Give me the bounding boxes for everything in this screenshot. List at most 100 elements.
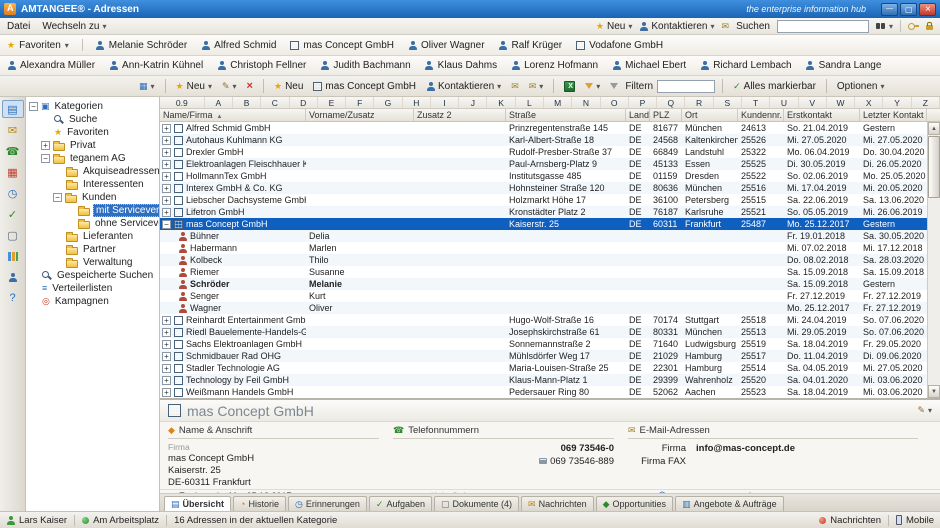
- alphabet-i[interactable]: I: [431, 97, 459, 108]
- statusbar-presence[interactable]: Am Arbeitsplatz: [82, 515, 159, 526]
- chevron-down-icon[interactable]: [928, 406, 932, 415]
- tab-opportunities[interactable]: ◆Opportunities: [596, 496, 673, 511]
- filter-menu-button[interactable]: [582, 81, 603, 92]
- tab-historie[interactable]: ◔Historie: [233, 496, 286, 511]
- hilfe-icon[interactable]: ?: [2, 289, 24, 307]
- close-button[interactable]: [919, 3, 936, 16]
- column-header-ort[interactable]: Ort: [682, 109, 738, 121]
- favorite-lorenz-hofmann[interactable]: Lorenz Hofmann: [511, 60, 598, 71]
- tree-item-verteilerlisten[interactable]: ≡Verteilerlisten: [26, 282, 159, 295]
- delete-address-button[interactable]: [244, 80, 256, 93]
- alphabet-e[interactable]: E: [318, 97, 346, 108]
- favorite-sandra-lange[interactable]: Sandra Lange: [806, 60, 882, 71]
- kalender-icon[interactable]: ▦: [2, 163, 24, 181]
- expander-icon[interactable]: +: [162, 148, 171, 157]
- tab-erinnerungen[interactable]: ◷Erinnerungen: [288, 496, 367, 511]
- table-row-hollmanntex-gmbh[interactable]: +HollmannTex GmbHInstitutsgasse 485DE011…: [160, 170, 940, 182]
- search-button[interactable]: [876, 22, 893, 31]
- table-row-schmidbauer-rad-ohg[interactable]: +Schmidbauer Rad OHGMühlsdörfer Weg 17DE…: [160, 350, 940, 362]
- menu-datei[interactable]: Datei: [7, 21, 30, 32]
- alphabet-v[interactable]: V: [799, 97, 827, 108]
- adressen-icon[interactable]: ▤: [2, 100, 24, 118]
- expander-icon[interactable]: −: [162, 220, 171, 229]
- column-header-stra-e[interactable]: Straße: [506, 109, 626, 121]
- alphabet-0-9[interactable]: 0.9: [160, 97, 205, 108]
- tree-item-mit-servicevertrag[interactable]: mit Servicevertrag: [26, 204, 159, 217]
- expander-icon[interactable]: +: [162, 184, 171, 193]
- new-contact-button[interactable]: Neu: [271, 80, 306, 93]
- send-mail-button[interactable]: [508, 81, 522, 92]
- alphabet-c[interactable]: C: [261, 97, 289, 108]
- new-address-button[interactable]: Neu: [173, 80, 215, 93]
- tree-item-favoriten[interactable]: ★Favoriten: [26, 126, 159, 139]
- table-row-elektroanlagen-fleischhauer-kg[interactable]: +Elektroanlagen Fleischhauer KGPaul-Arns…: [160, 158, 940, 170]
- column-header-erstkontakt[interactable]: Erstkontakt: [784, 109, 860, 121]
- table-row-drexler-gmbh[interactable]: +Drexler GmbHRudolf-Presber-Straße 37DE6…: [160, 146, 940, 158]
- search-input[interactable]: [777, 20, 869, 33]
- favorite-klaus-dahms[interactable]: Klaus Dahms: [425, 60, 497, 71]
- expander-icon[interactable]: +: [162, 160, 171, 169]
- send-letter-button[interactable]: [526, 81, 547, 92]
- key-button[interactable]: [908, 23, 919, 29]
- expander-icon[interactable]: +: [162, 172, 171, 181]
- table-row-reinhardt-entertainment-gmbh[interactable]: +Reinhardt Entertainment GmbHHugo-Wolf-S…: [160, 314, 940, 326]
- alphabet-f[interactable]: F: [346, 97, 374, 108]
- lock-button[interactable]: [926, 22, 933, 30]
- table-row-schr-der[interactable]: SchröderMelanieSa. 15.09.2018Gestern: [160, 278, 940, 290]
- table-row-mas-concept-gmbh[interactable]: −mas Concept GmbHKaiserstr. 25DE60311Fra…: [160, 218, 940, 230]
- statistiken-icon[interactable]: [2, 247, 24, 265]
- filter-input[interactable]: [657, 80, 715, 93]
- favorite-melanie-schr-der[interactable]: Melanie Schröder: [96, 40, 187, 51]
- tree-item-partner[interactable]: Partner: [26, 243, 159, 256]
- menu-wechseln-zu[interactable]: Wechseln zu: [42, 21, 106, 32]
- tab-angebote-auftr-ge[interactable]: ▥Angebote & Aufträge: [675, 496, 784, 511]
- statusbar-mobile[interactable]: Mobile: [896, 515, 934, 526]
- tree-item-ohne-servicevertrag[interactable]: ohne Servicevertrag: [26, 217, 159, 230]
- scroll-down-button[interactable]: [928, 385, 940, 398]
- table-row-liebscher-dachsysteme-gmbh[interactable]: +Liebscher Dachsysteme GmbHHolzmarkt Höh…: [160, 194, 940, 206]
- tab-nachrichten[interactable]: ✉Nachrichten: [521, 496, 594, 511]
- column-header-name-firma[interactable]: Name/Firma▲: [160, 109, 306, 121]
- alphabet-g[interactable]: G: [374, 97, 402, 108]
- favorite-ann-katrin-k-hnel[interactable]: Ann-Katrin Kühnel: [109, 60, 203, 71]
- expander-icon[interactable]: +: [162, 208, 171, 217]
- table-row-stadler-technologie-ag[interactable]: +Stadler Technologie AGMaria-Louisen-Str…: [160, 362, 940, 374]
- alphabet-u[interactable]: U: [770, 97, 798, 108]
- favorite-alfred-schmid[interactable]: Alfred Schmid: [201, 40, 276, 51]
- alphabet-t[interactable]: T: [742, 97, 770, 108]
- table-row-habermann[interactable]: HabermannMarlenMi. 07.02.2018Mi. 17.12.2…: [160, 242, 940, 254]
- table-row-wagner[interactable]: WagnerOliverMo. 25.12.2017Fr. 27.12.2019: [160, 302, 940, 314]
- email-address[interactable]: info@mas-concept.de: [696, 442, 795, 455]
- table-row-riedl-bauelemente-handels-gmbh[interactable]: +Riedl Bauelemente-Handels-GmbHJosephski…: [160, 326, 940, 338]
- alphabet-n[interactable]: N: [572, 97, 600, 108]
- expander-icon[interactable]: −: [53, 193, 62, 202]
- favorite-christoph-fellner[interactable]: Christoph Fellner: [217, 60, 306, 71]
- alphabet-q[interactable]: Q: [657, 97, 685, 108]
- current-address-selector[interactable]: mas Concept GmbH: [310, 80, 419, 93]
- optionen-button[interactable]: Optionen: [834, 80, 888, 93]
- favorite-judith-bachmann[interactable]: Judith Bachmann: [320, 60, 410, 71]
- scroll-up-button[interactable]: [928, 122, 940, 135]
- expander-icon[interactable]: +: [162, 340, 171, 349]
- table-row-sachs-elektroanlagen-gmbh[interactable]: +Sachs Elektroanlagen GmbHSonnemannstraß…: [160, 338, 940, 350]
- tree-item-verwaltung[interactable]: Verwaltung: [26, 256, 159, 269]
- menubar-new-button[interactable]: Neu: [596, 21, 632, 32]
- dokumente-icon[interactable]: ▢: [2, 226, 24, 244]
- excel-export-button[interactable]: [561, 80, 578, 93]
- favorite-richard-lembach[interactable]: Richard Lembach: [700, 60, 791, 71]
- nachrichten-icon[interactable]: ✉: [2, 121, 24, 139]
- aufgaben-icon[interactable]: ✓: [2, 205, 24, 223]
- table-row-wei-mann-handels-gmbh[interactable]: +Weißmann Handels GmbHPedersauer Ring 80…: [160, 386, 940, 398]
- layout-button[interactable]: [136, 81, 158, 92]
- favorite-mas-concept-gmbh[interactable]: mas Concept GmbH: [290, 40, 394, 51]
- alphabet-j[interactable]: J: [459, 97, 487, 108]
- table-row-kolbeck[interactable]: KolbeckThiloDo. 08.02.2018Sa. 28.03.2020: [160, 254, 940, 266]
- expander-icon[interactable]: +: [162, 124, 171, 133]
- favorite-alexandra-m-ller[interactable]: Alexandra Müller: [7, 60, 95, 71]
- expander-icon[interactable]: +: [162, 316, 171, 325]
- menubar-mail-button[interactable]: [722, 22, 730, 31]
- tab-bersicht[interactable]: ▤Übersicht: [164, 496, 231, 511]
- alphabet-s[interactable]: S: [714, 97, 742, 108]
- alphabet-h[interactable]: H: [403, 97, 431, 108]
- expander-icon[interactable]: +: [162, 364, 171, 373]
